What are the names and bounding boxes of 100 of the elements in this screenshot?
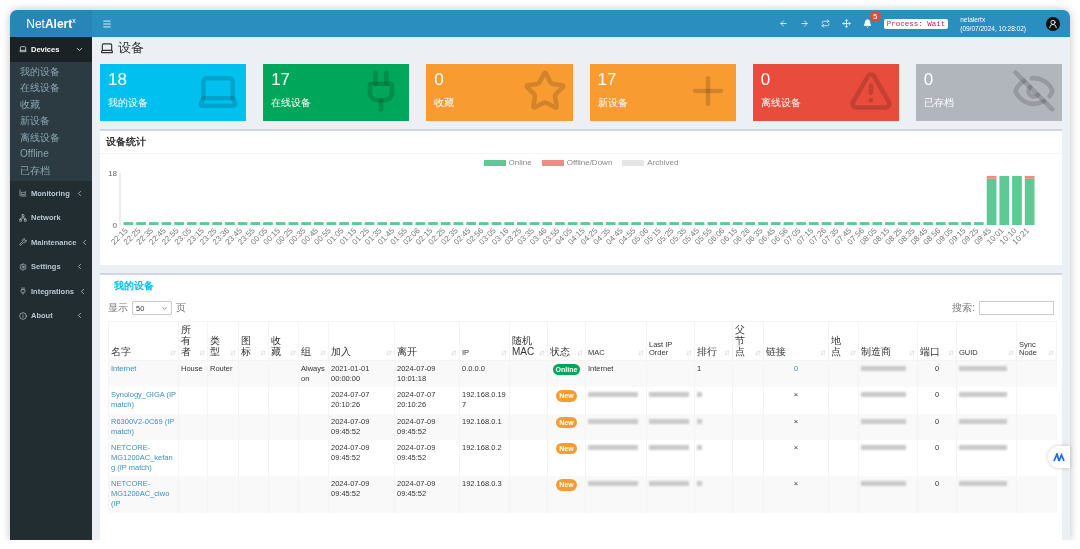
stat-count: 0 [434, 70, 445, 90]
column-header[interactable]: 离开 [394, 321, 460, 361]
bar [910, 222, 921, 225]
redacted-text [649, 418, 689, 424]
column-header[interactable]: 名字 [108, 321, 179, 361]
column-header[interactable]: 地点 [828, 321, 859, 361]
stat-label: 收藏 [434, 96, 456, 110]
bar [872, 222, 883, 225]
sidebar-subitem[interactable]: 新设备 [10, 113, 92, 130]
bar [440, 222, 451, 225]
column-header[interactable]: 组 [298, 321, 329, 361]
chart-icon [19, 189, 27, 198]
bar [402, 222, 413, 225]
column-header[interactable]: 端口 [917, 321, 957, 361]
redacted-text [959, 418, 1007, 424]
sort-icon [230, 350, 236, 356]
menu-icon[interactable] [102, 18, 112, 29]
laptop-icon [19, 45, 27, 54]
bar [263, 222, 273, 225]
bar [275, 222, 286, 225]
arrow-right-icon[interactable] [799, 19, 809, 28]
sidebar-subitem[interactable]: 离线设备 [10, 129, 92, 146]
stat-label: 离线设备 [760, 96, 802, 110]
redacted-text [649, 444, 689, 450]
bar [212, 222, 223, 225]
column-header[interactable]: 链接 [763, 321, 829, 361]
bar [643, 222, 654, 225]
stat-label: 新设备 [597, 96, 629, 110]
sort-icon [451, 350, 457, 356]
column-header[interactable]: 父节点 [732, 321, 764, 361]
bar [174, 222, 184, 225]
bar [390, 222, 400, 225]
sort-icon [909, 350, 915, 356]
bar [415, 222, 426, 225]
bar [123, 222, 134, 225]
bar [834, 222, 845, 225]
refresh-icon[interactable] [820, 19, 830, 28]
settings-icon [19, 262, 27, 271]
redacted-text [959, 481, 1007, 487]
bar [478, 222, 489, 225]
sidebar-subitem[interactable]: Offline [10, 146, 92, 163]
y-tick-label: 0 [112, 221, 117, 230]
avatar[interactable] [1046, 16, 1060, 31]
sort-icon [1008, 350, 1014, 356]
redacted-text [697, 481, 702, 487]
bar [237, 222, 248, 225]
bar [161, 222, 172, 225]
y-tick-label: 18 [108, 169, 117, 178]
search-field[interactable] [979, 301, 1054, 315]
stat-count: 18 [108, 70, 128, 90]
sidebar-subitem[interactable]: 在线设备 [10, 80, 92, 97]
bar [948, 222, 959, 225]
bar [352, 222, 362, 225]
bar [847, 222, 857, 225]
network-icon [19, 213, 27, 222]
legend-label: Offline/Down [566, 158, 613, 167]
sort-icon [386, 350, 392, 356]
bar [428, 222, 438, 225]
column-header[interactable]: 排行 [694, 321, 733, 361]
sidebar-subitem[interactable]: 我的设备 [10, 63, 92, 80]
bar [136, 222, 146, 225]
sort-icon [724, 350, 730, 356]
stat-count: 17 [271, 70, 292, 90]
redacted-text [649, 392, 689, 398]
arrow-left-icon[interactable] [778, 19, 788, 28]
redacted-text [588, 418, 638, 424]
column-header[interactable]: 收藏 [268, 321, 299, 361]
column-header[interactable]: 图标 [238, 321, 269, 361]
column-header[interactable]: 类型 [207, 321, 239, 361]
sidebar-subitem[interactable]: 已存档 [10, 162, 92, 179]
column-header[interactable]: 随机 MAC [509, 321, 548, 361]
bar [364, 222, 375, 225]
bar [555, 222, 565, 225]
bar [732, 222, 743, 225]
bar [935, 222, 946, 225]
eye-off-icon [1012, 69, 1056, 113]
search-label: 搜索: [952, 301, 975, 315]
legend-label: Online [508, 158, 532, 167]
column-header[interactable]: 加入 [328, 321, 395, 361]
bar [580, 222, 591, 225]
redacted-text [588, 481, 638, 487]
bar [339, 222, 349, 225]
app-logo[interactable]: NetAlert$^{x}$ [10, 10, 92, 37]
column-header[interactable]: 状态 [547, 321, 586, 361]
column-header[interactable]: 所有者 [178, 321, 208, 361]
stat-count: 17 [597, 70, 618, 90]
sort-icon [686, 350, 692, 356]
bar [301, 222, 311, 225]
assistant-button[interactable] [1048, 446, 1070, 468]
move-icon[interactable] [841, 19, 851, 28]
plug-icon [19, 287, 27, 296]
stat-count: 0 [760, 70, 772, 90]
bar [783, 222, 794, 225]
bar [770, 222, 781, 225]
sidebar-subitem[interactable]: 收藏 [10, 96, 92, 113]
bell-icon[interactable] [862, 19, 872, 28]
stat-card[interactable]: 0 离线设备 [752, 64, 899, 121]
column-header[interactable]: 制造商 [858, 321, 918, 361]
redacted-text [588, 444, 638, 450]
bar [682, 222, 692, 225]
